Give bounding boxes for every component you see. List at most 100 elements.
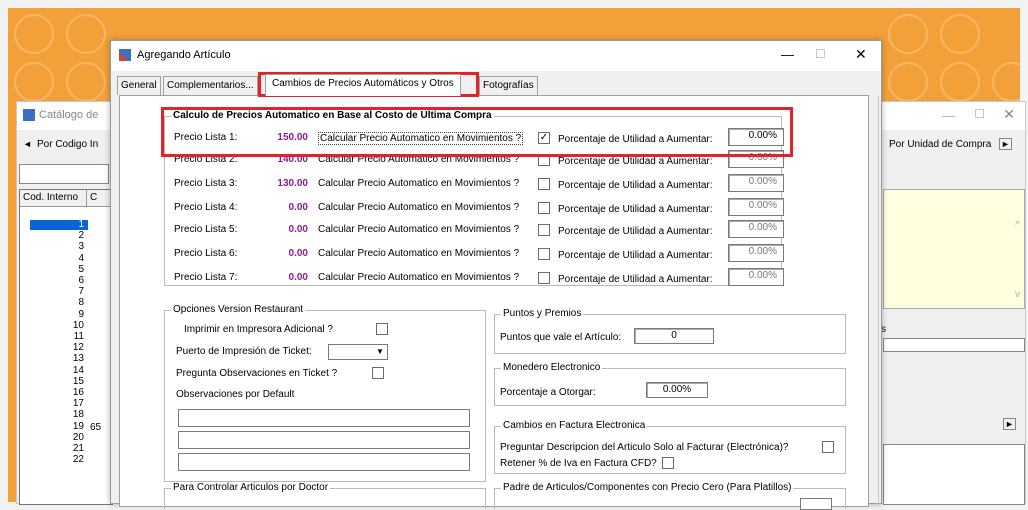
invoice-title: Cambios en Factura Electronica xyxy=(501,420,648,431)
calc-auto-checkbox[interactable] xyxy=(538,224,550,236)
observation-line-3[interactable] xyxy=(178,453,470,471)
chevron-down-icon: ▼ xyxy=(376,347,384,356)
price-list-label: Precio Lista 7: xyxy=(174,272,238,283)
parent-group: Padre de Articulos/Componentes con Preci… xyxy=(494,482,846,509)
row-number[interactable]: 20 xyxy=(73,432,84,443)
lower-panel xyxy=(883,444,1025,505)
by-unit-tab[interactable]: Por Unidad de Compra xyxy=(889,139,991,150)
background-pattern xyxy=(888,62,928,102)
row-number[interactable]: 2 xyxy=(78,230,84,241)
row-number[interactable]: 9 xyxy=(78,309,84,320)
dialog-title: Agregando Artículo xyxy=(137,49,231,61)
price-list-value: 0.00 xyxy=(288,224,308,235)
calc-auto-label: Calcular Precio Automatico en Movimiento… xyxy=(318,272,520,283)
row-number[interactable]: 5 xyxy=(78,264,84,275)
scroll-right-icon-2[interactable]: ► xyxy=(1003,418,1016,430)
retain-iva-checkbox[interactable] xyxy=(662,457,674,469)
doctor-title: Para Controlar Articulos por Doctor xyxy=(171,482,331,493)
close-button[interactable]: ✕ xyxy=(855,46,867,63)
col-divider xyxy=(86,190,87,206)
observation-line-2[interactable] xyxy=(178,431,470,449)
row-number[interactable]: 1 xyxy=(78,219,84,230)
catalog-close-button[interactable]: ✕ xyxy=(1003,106,1015,123)
calc-auto-checkbox[interactable] xyxy=(538,272,550,284)
pct-label: Porcentaje de Utilidad a Aumentar: xyxy=(558,226,713,237)
tab-complementarios[interactable]: Complementarios... xyxy=(163,76,258,95)
ask-description-checkbox[interactable] xyxy=(822,441,834,453)
pct-label: Porcentaje de Utilidad a Aumentar: xyxy=(558,156,713,167)
items-list[interactable]: Cod. Interno C 1 2 3 4 5 6 7 8 9 10 11 12 13 14 15 16 17… xyxy=(19,189,113,505)
scroll-left-icon[interactable]: ◄ xyxy=(23,139,32,149)
ticket-port-select[interactable]: ▼ xyxy=(328,344,388,360)
calc-auto-checkbox[interactable] xyxy=(538,202,550,214)
points-input[interactable]: 0 xyxy=(634,328,714,344)
row-number[interactable]: 21 xyxy=(73,443,84,454)
row-number[interactable]: 15 xyxy=(73,376,84,387)
scroll-down-icon[interactable]: v xyxy=(1015,289,1020,300)
catalog-minimize-button[interactable]: — xyxy=(942,108,955,123)
wallet-input[interactable]: 0.00% xyxy=(646,382,708,398)
background-pattern xyxy=(940,62,980,102)
parent-title: Padre de Articulos/Componentes con Preci… xyxy=(501,482,794,493)
row-number[interactable]: 8 xyxy=(78,297,84,308)
code-search-input[interactable] xyxy=(19,164,109,184)
observation-line-1[interactable] xyxy=(178,409,470,427)
parent-field[interactable] xyxy=(800,498,832,510)
price-list-value: 0.00 xyxy=(288,272,308,283)
ask-description-label: Preguntar Descripcion del Articulo Solo … xyxy=(500,442,789,453)
row-number[interactable]: 6 xyxy=(78,275,84,286)
pct-input[interactable]: 0.00% xyxy=(728,174,784,192)
col-header-c[interactable]: C xyxy=(90,192,97,203)
price-list-label: Precio Lista 3: xyxy=(174,178,238,189)
print-additional-label: Imprimir en Impresora Adicional ? xyxy=(184,324,333,335)
row-number[interactable]: 4 xyxy=(78,253,84,264)
row-number[interactable]: 13 xyxy=(73,353,84,364)
row-number[interactable]: 10 xyxy=(73,320,84,331)
price-list-value: 0.00 xyxy=(288,248,308,259)
detail-panel: ^ v xyxy=(883,189,1025,309)
calc-auto-label: Calcular Precio Automatico en Movimiento… xyxy=(318,202,520,213)
background-pattern xyxy=(940,14,980,54)
pct-input[interactable]: 0.00% xyxy=(728,244,784,262)
pct-input[interactable]: 0.00% xyxy=(728,198,784,216)
pct-input[interactable]: 0.00% xyxy=(728,220,784,238)
price-list-label: Precio Lista 5: xyxy=(174,224,238,235)
catalog-maximize-button[interactable]: ☐ xyxy=(974,107,985,121)
row-number[interactable]: 18 xyxy=(73,409,84,420)
page-edge xyxy=(878,96,879,506)
maximize-button[interactable]: ☐ xyxy=(815,47,826,61)
points-title: Puntos y Premios xyxy=(501,308,584,319)
print-additional-checkbox[interactable] xyxy=(376,323,388,335)
tab-price-changes[interactable]: Cambios de Precios Automáticos y Otros xyxy=(265,74,461,96)
row-number[interactable]: 16 xyxy=(73,387,84,398)
row-number[interactable]: 14 xyxy=(73,365,84,376)
scroll-right-icon[interactable]: ► xyxy=(999,138,1012,150)
ask-observations-checkbox[interactable] xyxy=(372,367,384,379)
row-number[interactable]: 17 xyxy=(73,398,84,409)
calc-auto-checkbox[interactable] xyxy=(538,178,550,190)
pct-input[interactable]: 0.00% xyxy=(728,268,784,286)
dialog-titlebar: Agregando Artículo — ☐ ✕ xyxy=(111,41,881,71)
by-code-tab[interactable]: Por Codigo In xyxy=(37,139,98,150)
row-number[interactable]: 11 xyxy=(74,331,84,342)
row-number[interactable]: 19 xyxy=(73,421,84,432)
tab-photos[interactable]: Fotografías xyxy=(479,76,538,95)
row-number[interactable]: 12 xyxy=(73,342,84,353)
doctor-group: Para Controlar Articulos por Doctor xyxy=(164,482,486,509)
minimize-button[interactable]: — xyxy=(781,47,794,62)
col-header-internal[interactable]: Cod. Interno xyxy=(23,192,78,203)
default-observations-label: Observaciones por Default xyxy=(176,389,295,400)
price-list-value: 0.00 xyxy=(288,202,308,213)
background-pattern xyxy=(14,14,54,54)
calc-auto-checkbox[interactable] xyxy=(538,248,550,260)
detail-field[interactable] xyxy=(883,338,1025,352)
price-list-label: Precio Lista 4: xyxy=(174,202,238,213)
calc-auto-label: Calcular Precio Automatico en Movimiento… xyxy=(318,224,520,235)
row-number[interactable]: 3 xyxy=(78,241,84,252)
price-list-label: Precio Lista 6: xyxy=(174,248,238,259)
row-number[interactable]: 7 xyxy=(78,286,84,297)
row-number[interactable]: 22 xyxy=(73,454,84,465)
tab-general[interactable]: General xyxy=(117,76,161,95)
scroll-up-icon[interactable]: ^ xyxy=(1015,220,1020,231)
background-pattern xyxy=(888,14,928,54)
